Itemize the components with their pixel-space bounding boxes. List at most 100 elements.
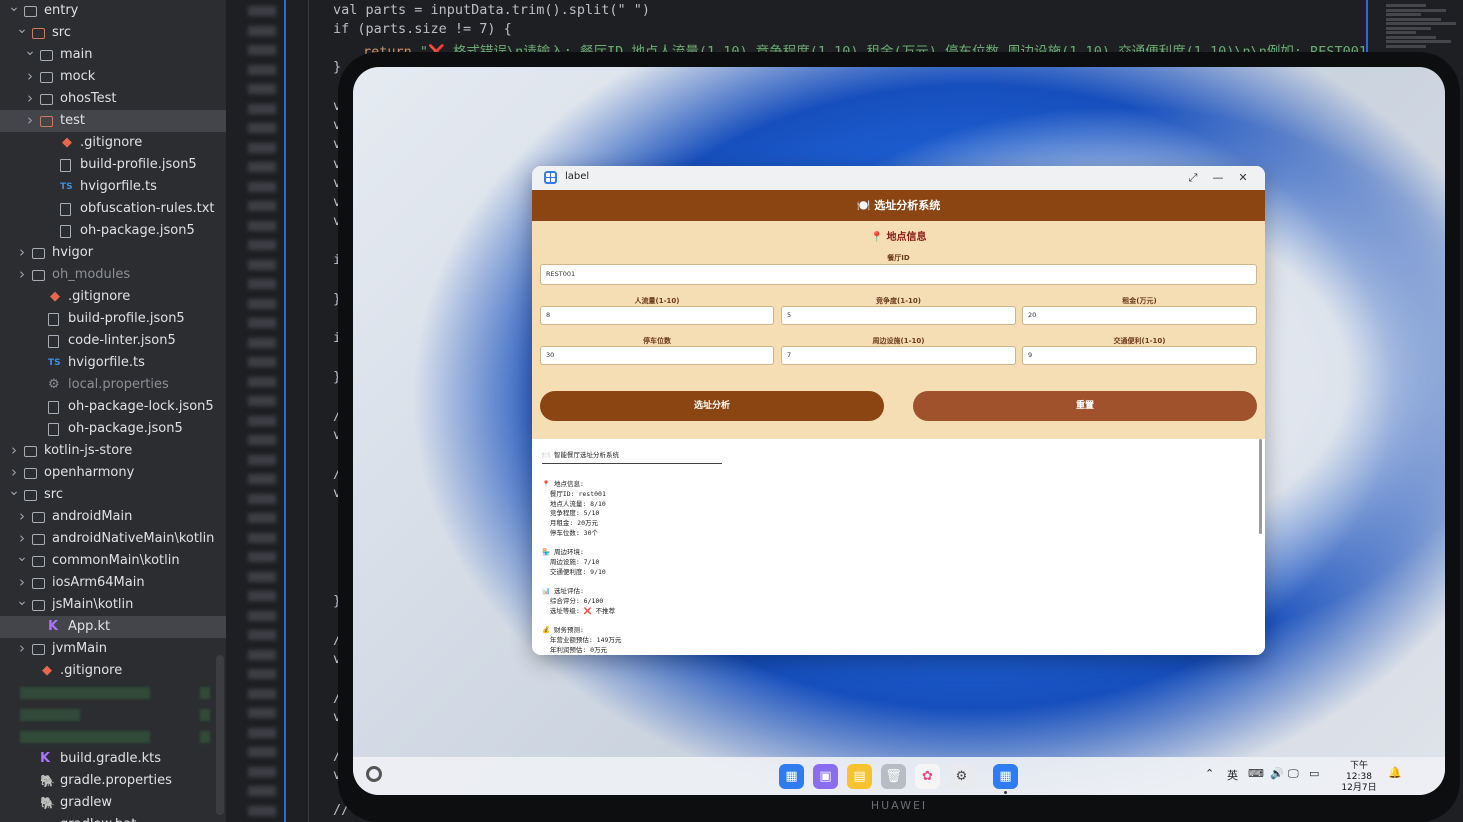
tree-item[interactable]: ◆ .gitignore — [0, 286, 226, 308]
chevron-down-icon[interactable]: ⌄ — [24, 40, 36, 62]
tree-item[interactable] — [0, 682, 226, 704]
competition-input[interactable]: 5 — [781, 306, 1016, 325]
parking-input[interactable]: 30 — [540, 346, 774, 365]
tree-item[interactable]: ◆ .gitignore — [0, 132, 226, 154]
rent-input[interactable]: 20 — [1022, 306, 1257, 325]
tree-item[interactable]: code-linter.json5 — [0, 330, 226, 352]
home-button[interactable] — [366, 766, 382, 782]
chevron-up-icon[interactable]: ⌃ — [1205, 767, 1214, 780]
tree-item[interactable]: › androidMain — [0, 506, 226, 528]
notification-bell-icon[interactable]: 🔔 — [1388, 766, 1402, 779]
tree-item[interactable]: TS hvigorfile.ts — [0, 176, 226, 198]
tree-item[interactable]: › jvmMain — [0, 638, 226, 660]
tree-item[interactable] — [0, 726, 226, 748]
minimap-line — [1386, 26, 1431, 30]
tree-item[interactable]: › iosArm64Main — [0, 572, 226, 594]
tree-item-label: App.kt — [68, 619, 111, 634]
input-method-icon[interactable]: 英 — [1227, 767, 1238, 783]
facilities-input[interactable]: 7 — [781, 346, 1016, 365]
trash-icon[interactable]: 🗑 — [881, 764, 906, 789]
reset-button[interactable]: 重置 — [913, 391, 1257, 421]
tree-item[interactable]: oh-package-lock.json5 — [0, 396, 226, 418]
minimize-window-icon[interactable]: — — [1209, 169, 1227, 187]
tree-item[interactable]: oh-package.json5 — [0, 220, 226, 242]
restaurant-id-input[interactable]: REST001 — [540, 264, 1257, 285]
tree-item[interactable]: build-profile.json5 — [0, 154, 226, 176]
tree-item[interactable]: oh-package.json5 — [0, 418, 226, 440]
settings-icon[interactable]: ⚙ — [949, 764, 974, 789]
chevron-down-icon[interactable]: ⌄ — [8, 480, 20, 502]
kotlin-icon: K — [48, 619, 59, 634]
tree-item[interactable]: K App.kt — [0, 616, 226, 638]
restore-window-icon[interactable]: ⤢ — [1184, 169, 1202, 187]
result-output[interactable]: 🍽️ 智能餐厅选址分析系统 📍 地点信息: 餐厅ID: rest001 地点人流… — [532, 439, 1265, 655]
tree-item[interactable]: ◆ .gitignore — [0, 660, 226, 682]
tree-item[interactable]: obfuscation-rules.txt — [0, 198, 226, 220]
tree-item[interactable]: › ohosTest — [0, 88, 226, 110]
chevron-right-icon[interactable]: › — [16, 241, 28, 263]
app-launcher-icon[interactable]: ▦ — [779, 764, 804, 789]
tree-item[interactable]: › kotlin-js-store — [0, 440, 226, 462]
tree-item[interactable]: › openharmony — [0, 462, 226, 484]
chevron-down-icon[interactable]: ⌄ — [16, 546, 28, 568]
window-titlebar[interactable]: label ⤢ — ✕ — [532, 166, 1265, 190]
minimap-line — [1386, 22, 1456, 25]
battery-icon[interactable]: ▭ — [1309, 767, 1319, 780]
chevron-down-icon[interactable]: ⌄ — [8, 0, 20, 18]
gallery-icon[interactable]: ✿ — [915, 764, 940, 789]
chevron-right-icon[interactable]: › — [24, 65, 36, 87]
tree-item-label: oh-package-lock.json5 — [68, 399, 214, 414]
tree-item[interactable]: ⌄ entry — [0, 0, 226, 22]
tree-item[interactable]: 🐘 gradlew — [0, 792, 226, 814]
tree-item[interactable]: 🐘 gradle.properties — [0, 770, 226, 792]
tree-item[interactable]: >_ gradlew.bat — [0, 814, 226, 822]
traffic-input[interactable]: 8 — [540, 306, 774, 325]
transport-input[interactable]: 9 — [1022, 346, 1257, 365]
tree-item[interactable]: ⌄ commonMain\kotlin — [0, 549, 226, 572]
tree-item[interactable]: › hvigor — [0, 242, 226, 264]
tree-item[interactable]: ⌄ main — [0, 43, 226, 66]
tree-item[interactable] — [0, 704, 226, 726]
result-line: 年利润预估: 0万元 — [542, 645, 608, 654]
tree-item[interactable]: TS hvigorfile.ts — [0, 352, 226, 374]
tree-item[interactable]: › oh_modules — [0, 264, 226, 286]
tree-item[interactable]: › test — [0, 110, 226, 132]
files-icon[interactable]: ▤ — [847, 764, 872, 789]
chevron-right-icon[interactable]: › — [16, 637, 28, 659]
result-divider — [542, 463, 722, 464]
tree-item[interactable]: ⌄ jsMain\kotlin — [0, 593, 226, 616]
line-number — [248, 45, 276, 55]
result-line: 📍 地点信息: — [542, 480, 584, 488]
folder-icon — [24, 490, 37, 501]
running-app-icon[interactable]: ▦ — [993, 764, 1018, 789]
clock[interactable]: 下午12:38 12月7日 — [1338, 761, 1380, 794]
volume-icon[interactable]: 🔊 — [1270, 767, 1284, 780]
analyze-button[interactable]: 选址分析 — [540, 391, 884, 421]
chevron-right-icon[interactable]: › — [8, 439, 20, 461]
tree-item[interactable]: › androidNativeMain\kotlin — [0, 528, 226, 550]
minimap-line — [1386, 31, 1416, 34]
tree-item[interactable]: ⌄ src — [0, 483, 226, 506]
tree-item[interactable]: Kbuild.gradle.kts — [0, 748, 226, 770]
line-number — [248, 415, 276, 426]
app-window: label ⤢ — ✕ 🍽️ 选址分析系统 📍 地点信息 餐厅ID REST00… — [532, 166, 1265, 655]
result-scrollbar[interactable] — [1259, 439, 1262, 534]
chevron-right-icon[interactable]: › — [16, 263, 28, 285]
chevron-down-icon[interactable]: ⌄ — [16, 18, 28, 40]
keyboard-icon[interactable]: ⌨ — [1248, 767, 1264, 780]
multitask-icon[interactable]: ▣ — [813, 764, 838, 789]
close-window-icon[interactable]: ✕ — [1234, 169, 1252, 187]
chevron-right-icon[interactable]: › — [24, 87, 36, 109]
line-number — [248, 805, 276, 816]
network-icon[interactable]: 🖵 — [1288, 767, 1299, 781]
tree-item[interactable]: build-profile.json5 — [0, 308, 226, 330]
chevron-right-icon[interactable]: › — [24, 109, 36, 131]
tree-scrollbar[interactable] — [216, 655, 224, 815]
editor-gutter — [226, 0, 286, 822]
chevron-right-icon[interactable]: › — [16, 505, 28, 527]
minimap-viewport-indicator — [1366, 0, 1368, 60]
chevron-down-icon[interactable]: ⌄ — [16, 590, 28, 612]
tree-item[interactable]: › mock — [0, 66, 226, 88]
tree-item[interactable]: ⚙ local.properties — [0, 374, 226, 396]
line-number — [248, 181, 276, 192]
